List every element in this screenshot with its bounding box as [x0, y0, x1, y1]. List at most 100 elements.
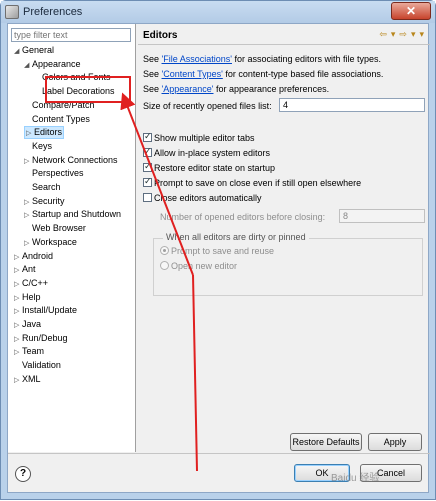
- expand-icon[interactable]: ▷: [14, 264, 22, 277]
- expand-icon[interactable]: ▷: [24, 155, 32, 168]
- tree-item-label: Workspace: [32, 236, 77, 247]
- tree-item-keys[interactable]: Keys: [24, 140, 52, 153]
- tree-item-team[interactable]: ▷ Team: [14, 345, 44, 358]
- restore-state-checkbox[interactable]: Restore editor state on startup: [143, 161, 275, 173]
- expand-icon[interactable]: ▷: [14, 333, 22, 346]
- title-bar[interactable]: Preferences ✕: [1, 1, 435, 23]
- tree-item-network-connections[interactable]: ▷ Network Connections: [24, 154, 118, 167]
- tree-item-label: XML: [22, 373, 41, 384]
- tree-item-label: General: [22, 45, 55, 55]
- tree-item-android[interactable]: ▷ Android: [14, 250, 53, 263]
- tree-item-workspace[interactable]: ▷ Workspace: [24, 236, 77, 249]
- tree-item-label: Appearance: [32, 58, 81, 69]
- radio-icon[interactable]: [160, 246, 169, 255]
- see-appearance: See 'Appearance' for appearance preferen…: [143, 84, 330, 94]
- tree-item-label: Java: [22, 319, 42, 329]
- tree-item-label: Keys: [32, 140, 53, 151]
- file-associations-link[interactable]: 'File Associations': [162, 54, 232, 64]
- allow-inplace-checkbox[interactable]: Allow in-place system editors: [143, 146, 270, 158]
- tree-item-general[interactable]: ◢ General: [14, 44, 54, 57]
- tree-item-help[interactable]: ▷ Help: [14, 291, 41, 304]
- tree-item-label: Validation: [22, 360, 61, 371]
- recent-files-label: Size of recently opened files list:: [143, 101, 272, 111]
- tree-item-ant[interactable]: ▷ Ant: [14, 263, 36, 276]
- tree-item-label: Run/Debug: [22, 332, 68, 343]
- see-file-associations: See 'File Associations' for associating …: [143, 54, 382, 64]
- tree-item-label: Android: [22, 250, 54, 261]
- appearance-link[interactable]: 'Appearance': [162, 84, 214, 94]
- recent-files-input[interactable]: 4: [279, 98, 425, 112]
- expand-icon[interactable]: ▷: [24, 209, 32, 222]
- tree-item-c-c-[interactable]: ▷ C/C++: [14, 277, 48, 290]
- expand-icon[interactable]: ▷: [26, 128, 34, 139]
- opened-editors-input[interactable]: 8: [339, 209, 425, 223]
- tree-item-label: Team: [22, 346, 45, 357]
- filter-input[interactable]: [11, 28, 131, 42]
- tree-item-content-types[interactable]: Content Types: [24, 113, 90, 126]
- preference-tree-pane: ◢General◢AppearanceColors and FontsLabel…: [8, 24, 136, 452]
- tree-item-editors[interactable]: ▷ Editors: [24, 126, 65, 140]
- back-menu-icon[interactable]: ▾: [391, 29, 396, 40]
- tree-item-perspectives[interactable]: Perspectives: [24, 167, 84, 180]
- checkbox-icon[interactable]: [143, 161, 152, 172]
- tree-item-install-update[interactable]: ▷ Install/Update: [14, 304, 77, 317]
- expand-icon[interactable]: ◢: [24, 59, 32, 72]
- tree-item-xml[interactable]: ▷ XML: [14, 373, 41, 386]
- tree-item-label: Editors: [34, 127, 63, 138]
- tree-item-security[interactable]: ▷ Security: [24, 195, 65, 208]
- expand-icon[interactable]: ▷: [14, 251, 22, 264]
- view-menu-icon[interactable]: ▾: [419, 29, 424, 40]
- back-icon[interactable]: ⇦: [379, 29, 387, 40]
- tree-item-startup-and-shutdown[interactable]: ▷ Startup and Shutdown: [24, 208, 121, 221]
- expand-icon[interactable]: ▷: [24, 196, 32, 209]
- expand-icon[interactable]: ▷: [14, 319, 22, 332]
- close-automatically-checkbox[interactable]: Close editors automatically: [143, 193, 262, 203]
- title-separator: [138, 44, 430, 45]
- preferences-window: Preferences ✕ ◢General◢AppearanceColors …: [0, 0, 436, 500]
- prompt-reuse-radio[interactable]: Prompt to save and reuse: [160, 246, 274, 256]
- window-title: Preferences: [23, 6, 83, 18]
- checkbox-icon[interactable]: [143, 146, 152, 157]
- footer-separator: [8, 453, 430, 454]
- checkbox-icon[interactable]: [143, 131, 152, 142]
- show-multiple-tabs-checkbox[interactable]: Show multiple editor tabs: [143, 131, 255, 143]
- tree-item-label: Search: [32, 182, 61, 192]
- expand-icon[interactable]: ▷: [14, 374, 22, 387]
- tree-item-appearance[interactable]: ◢ Appearance: [24, 58, 81, 71]
- close-icon[interactable]: ✕: [391, 2, 431, 20]
- forward-icon[interactable]: ⇨: [399, 29, 407, 40]
- help-icon[interactable]: ?: [15, 466, 31, 482]
- tree-item-label: Network Connections: [32, 154, 118, 165]
- open-new-editor-radio[interactable]: Open new editor: [160, 261, 237, 271]
- restore-defaults-button[interactable]: Restore Defaults: [290, 433, 362, 451]
- tree-item-run-debug[interactable]: ▷ Run/Debug: [14, 332, 68, 345]
- forward-menu-icon[interactable]: ▾: [411, 29, 416, 40]
- page-title: Editors: [143, 30, 178, 41]
- tree-item-label: Ant: [22, 264, 36, 275]
- tree-item-label: Web Browser: [32, 223, 86, 234]
- expand-icon[interactable]: ▷: [14, 278, 22, 291]
- expand-icon[interactable]: ◢: [14, 45, 22, 58]
- checkbox-icon[interactable]: [143, 193, 152, 202]
- watermark: Baidu 经验: [331, 473, 380, 484]
- tree-item-java[interactable]: ▷ Java: [14, 318, 41, 331]
- expand-icon[interactable]: ▷: [14, 292, 22, 305]
- tree-item-label: Security: [32, 195, 65, 206]
- content-types-link[interactable]: 'Content Types': [162, 69, 223, 79]
- see-content-types: See 'Content Types' for content-type bas…: [143, 69, 384, 79]
- apply-button[interactable]: Apply: [368, 433, 422, 451]
- tree-item-label: Install/Update: [22, 305, 78, 316]
- tree-item-label: Perspectives: [32, 168, 84, 179]
- prompt-save-checkbox[interactable]: Prompt to save on close even if still op…: [143, 176, 361, 188]
- dialog-client: ◢General◢AppearanceColors and FontsLabel…: [7, 23, 430, 493]
- tree-item-web-browser[interactable]: Web Browser: [24, 222, 86, 235]
- tree-item-validation[interactable]: Validation: [14, 359, 61, 372]
- expand-icon[interactable]: ▷: [24, 237, 32, 250]
- expand-icon[interactable]: ▷: [14, 305, 22, 318]
- radio-icon[interactable]: [160, 261, 169, 270]
- expand-icon[interactable]: ▷: [14, 346, 22, 359]
- app-icon: [5, 5, 19, 19]
- tree-item-search[interactable]: Search: [24, 181, 61, 194]
- checkbox-icon[interactable]: [143, 176, 152, 187]
- group-label: When all editors are dirty or pinned: [163, 232, 309, 242]
